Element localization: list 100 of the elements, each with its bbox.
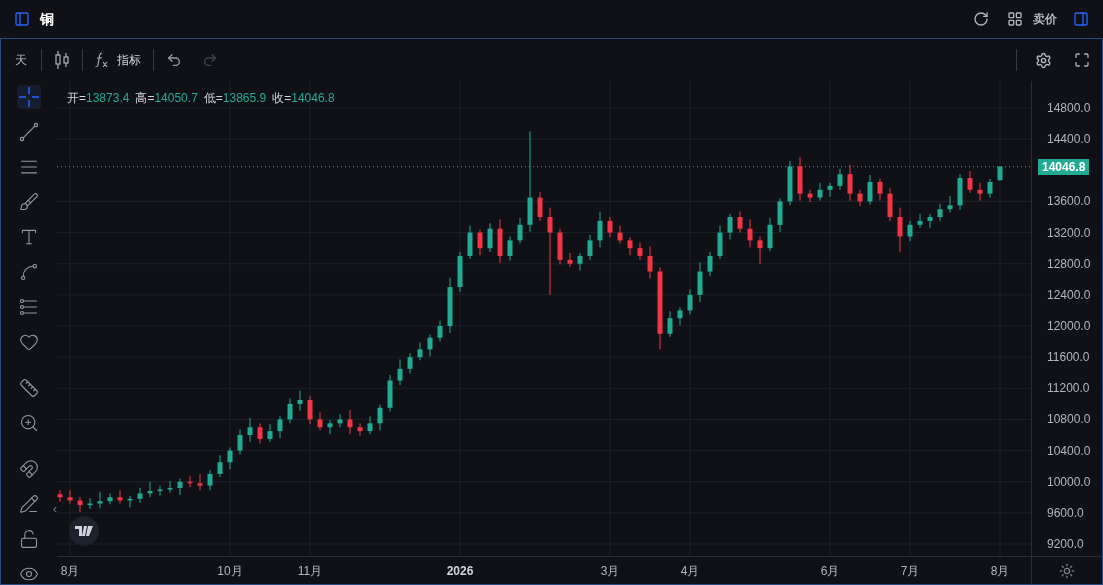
price-type-button[interactable]: 卖价	[1033, 10, 1057, 28]
candle	[567, 252, 573, 268]
candle	[107, 492, 113, 505]
refresh-icon[interactable]	[973, 11, 989, 27]
candle	[967, 170, 973, 194]
candle	[577, 252, 583, 272]
symbol-title: 铜	[40, 9, 54, 29]
candle	[637, 242, 643, 261]
fullscreen-icon[interactable]	[1074, 52, 1090, 68]
candle	[297, 390, 303, 412]
candle	[287, 397, 293, 424]
function-icon	[95, 52, 109, 68]
price-label: 13200.0	[1047, 225, 1091, 240]
candle	[427, 334, 433, 357]
zoom-in-icon	[19, 413, 39, 433]
candle	[797, 156, 803, 202]
candle	[307, 395, 313, 425]
sidebar-toggle-icon[interactable]	[14, 11, 30, 27]
candle	[737, 211, 743, 234]
drawing-tool[interactable]	[17, 120, 41, 144]
candle	[647, 246, 653, 279]
ruler-icon	[19, 378, 39, 398]
ohlc-value: 开=13873.4	[67, 90, 130, 107]
settings-icon[interactable]	[1035, 51, 1052, 69]
candle	[807, 189, 813, 203]
candle	[117, 489, 123, 504]
heart-icon	[19, 332, 39, 352]
drawing-tool[interactable]	[17, 376, 41, 400]
collapse-toggle[interactable]: ‹	[52, 499, 57, 519]
price-label: 11600.0	[1047, 350, 1090, 365]
candle	[267, 423, 273, 443]
candle	[217, 454, 223, 478]
candle	[257, 422, 263, 445]
panel-toggle-icon[interactable]	[1073, 11, 1089, 27]
time-label: 3月	[600, 563, 620, 580]
price-label: 10400.0	[1047, 443, 1091, 458]
time-label: 8月	[60, 563, 80, 580]
candle	[77, 496, 83, 513]
candle	[397, 359, 403, 386]
candle	[557, 228, 563, 265]
candle	[417, 341, 423, 361]
crosshair-icon	[19, 87, 39, 107]
candle	[467, 225, 473, 260]
candle	[837, 168, 843, 191]
candle	[67, 489, 73, 504]
candle	[97, 491, 103, 509]
candle	[847, 164, 853, 202]
candle	[317, 411, 323, 431]
candle	[157, 485, 163, 497]
candle	[887, 187, 893, 222]
candle	[137, 487, 143, 504]
magnet-icon	[19, 459, 39, 479]
candle	[767, 217, 773, 252]
candle	[147, 481, 153, 498]
candle	[817, 182, 823, 202]
indicators-button[interactable]: 指标	[117, 51, 141, 69]
candle	[247, 417, 253, 443]
candle	[677, 306, 683, 326]
candle	[447, 277, 453, 334]
candle	[57, 489, 63, 503]
candle	[197, 473, 203, 491]
candle	[347, 409, 353, 435]
candle	[337, 413, 343, 428]
candle	[707, 251, 713, 277]
candle	[377, 404, 383, 431]
candle	[857, 189, 863, 207]
time-label: 10月	[217, 563, 243, 580]
line-icon	[19, 122, 39, 142]
price-label: 10800.0	[1047, 412, 1091, 427]
layout-icon[interactable]	[1007, 11, 1023, 27]
price-label: 14800.0	[1047, 101, 1091, 115]
candle	[277, 415, 283, 439]
levels-icon	[19, 297, 39, 317]
candlestick-icon[interactable]	[54, 50, 70, 70]
drawing-tool[interactable]	[17, 457, 41, 481]
candle	[697, 261, 703, 303]
logo-icon	[75, 526, 93, 536]
candle	[207, 469, 213, 491]
time-label: 6月	[820, 563, 840, 580]
candle	[757, 236, 763, 265]
undo-icon[interactable]	[166, 52, 182, 68]
price-label: 9600.0	[1047, 505, 1084, 520]
candle	[127, 495, 133, 508]
interval-button[interactable]: 天	[13, 51, 29, 69]
candle	[327, 419, 333, 435]
brightness-icon[interactable]	[1059, 562, 1075, 579]
candle	[587, 234, 593, 261]
price-label: 9200.0	[1047, 537, 1084, 551]
candle	[477, 228, 483, 256]
candle	[597, 211, 603, 248]
drawing-tool[interactable]	[17, 492, 41, 516]
price-label: 12800.0	[1047, 256, 1091, 271]
candle	[387, 374, 393, 413]
candle	[617, 225, 623, 244]
time-label: 7月	[900, 563, 920, 580]
candle	[457, 251, 463, 293]
candle	[947, 195, 953, 213]
candle	[687, 288, 693, 315]
candle	[357, 422, 363, 437]
candle	[957, 173, 963, 211]
